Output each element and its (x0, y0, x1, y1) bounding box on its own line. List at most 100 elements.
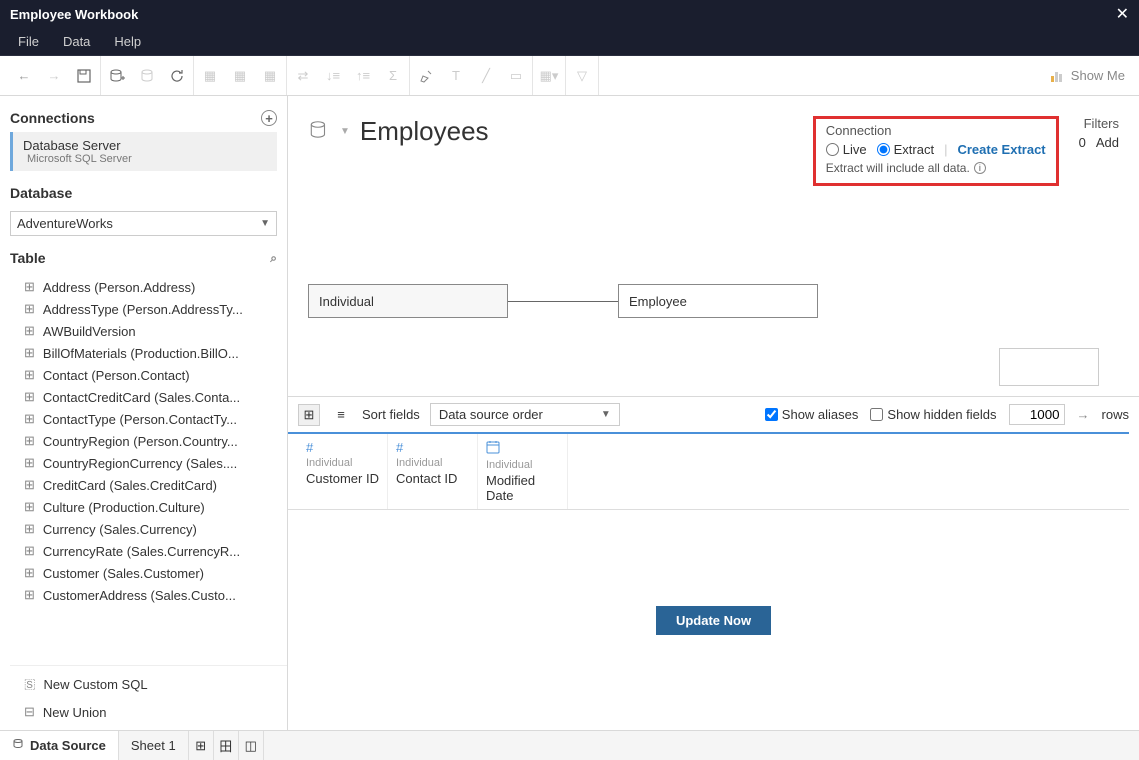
chevron-down-icon[interactable]: ▼ (340, 126, 350, 137)
join-line (508, 301, 618, 302)
join-table-left[interactable]: Individual (308, 284, 508, 318)
info-icon[interactable]: i (974, 162, 986, 174)
filters-panel: Filters 0 Add (1079, 116, 1119, 150)
table-icon: ⊞ (24, 345, 35, 361)
table-item[interactable]: ⊞Address (Person.Address) (20, 276, 287, 298)
table-item[interactable]: ⊞Culture (Production.Culture) (20, 496, 287, 518)
menubar: File Data Help (0, 28, 1139, 56)
menu-help[interactable]: Help (102, 34, 153, 49)
close-icon[interactable]: ✕ (1116, 4, 1129, 24)
datasource-icon (12, 738, 24, 753)
create-extract-link[interactable]: Create Extract (957, 142, 1045, 157)
connections-header: Connections + (10, 104, 277, 132)
duplicate-icon[interactable]: ▦ (230, 66, 250, 86)
fit-icon[interactable]: ▦▾ (539, 66, 559, 86)
database-header: Database (10, 179, 277, 207)
grid-view-icon[interactable]: ⊞ (298, 404, 320, 426)
tab-sheet1[interactable]: Sheet 1 (119, 731, 189, 760)
table-item[interactable]: ⊞CustomerAddress (Sales.Custo... (20, 584, 287, 606)
menu-data[interactable]: Data (51, 34, 102, 49)
rows-input[interactable] (1009, 404, 1065, 425)
update-now-button[interactable]: Update Now (656, 606, 771, 635)
grid-header: # Individual Customer ID # Individual Co… (288, 432, 1129, 510)
table-icon: ⊞ (24, 367, 35, 383)
save-icon[interactable] (74, 66, 94, 86)
table-item[interactable]: ⊞CountryRegion (Person.Country... (20, 430, 287, 452)
highlight-icon[interactable] (416, 66, 436, 86)
table-icon: ⊞ (24, 323, 35, 339)
new-dashboard-tab-icon[interactable]: 田 (214, 731, 239, 760)
table-icon: ⊞ (24, 433, 35, 449)
swap-icon[interactable]: ⇄ (293, 66, 313, 86)
extract-radio[interactable]: Extract (877, 142, 934, 157)
text-icon[interactable]: T (446, 66, 466, 86)
show-hidden-checkbox[interactable]: Show hidden fields (870, 407, 996, 422)
table-item[interactable]: ⊞CurrencyRate (Sales.CurrencyR... (20, 540, 287, 562)
tab-datasource[interactable]: Data Source (0, 731, 119, 760)
chevron-down-icon: ▼ (601, 409, 611, 420)
line-icon[interactable]: ╱ (476, 66, 496, 86)
new-worksheet-tab-icon[interactable]: ⊞ (189, 731, 214, 760)
table-item[interactable]: ⊞AddressType (Person.AddressTy... (20, 298, 287, 320)
sort-desc-icon[interactable]: ↑≡ (353, 66, 373, 86)
table-item[interactable]: ⊞CountryRegionCurrency (Sales.... (20, 452, 287, 474)
refresh-icon[interactable] (167, 66, 187, 86)
live-radio[interactable]: Live (826, 142, 867, 157)
table-item[interactable]: ⊞ContactType (Person.ContactTy... (20, 408, 287, 430)
sort-select[interactable]: Data source order ▼ (430, 403, 620, 426)
new-custom-sql[interactable]: 🇸New Custom SQL (20, 670, 277, 698)
showme-button[interactable]: Show Me (1049, 68, 1131, 84)
totals-icon[interactable]: Σ (383, 66, 403, 86)
arrow-right-icon[interactable]: → (1077, 407, 1090, 422)
sidebar: Connections + Database Server Microsoft … (0, 96, 288, 730)
window-title: Employee Workbook (10, 7, 138, 22)
menu-file[interactable]: File (6, 34, 51, 49)
filters-add-link[interactable]: Add (1096, 135, 1119, 150)
box-icon[interactable]: ▭ (506, 66, 526, 86)
table-icon: ⊞ (24, 521, 35, 537)
grid-toolbar: ⊞ ≡ Sort fields Data source order ▼ Show… (288, 396, 1139, 432)
add-connection-icon[interactable]: + (261, 110, 277, 126)
database-select[interactable]: AdventureWorks ▼ (10, 211, 277, 236)
table-icon: ⊞ (24, 499, 35, 515)
grid-column[interactable]: # Individual Customer ID (298, 434, 388, 509)
presentation-icon[interactable]: ▽ (572, 66, 592, 86)
table-item[interactable]: ⊞Contact (Person.Contact) (20, 364, 287, 386)
table-icon: ⊞ (24, 389, 35, 405)
table-icon: ⊞ (24, 477, 35, 493)
table-item[interactable]: ⊞Customer (Sales.Customer) (20, 562, 287, 584)
canvas: ▼ Employees Connection Live Extract | Cr… (288, 96, 1139, 730)
join-table-right[interactable]: Employee (618, 284, 818, 318)
table-icon: ⊞ (24, 543, 35, 559)
rows-label: rows (1102, 407, 1129, 422)
table-item[interactable]: ⊞AWBuildVersion (20, 320, 287, 342)
connection-item[interactable]: Database Server Microsoft SQL Server (10, 132, 277, 171)
new-datasource-icon[interactable] (107, 66, 127, 86)
table-item[interactable]: ⊞BillOfMaterials (Production.BillO... (20, 342, 287, 364)
grid-column[interactable]: Individual Modified Date (478, 434, 568, 509)
table-list: ⊞Address (Person.Address) ⊞AddressType (… (10, 276, 287, 665)
show-aliases-checkbox[interactable]: Show aliases (765, 407, 859, 422)
sort-asc-icon[interactable]: ↓≡ (323, 66, 343, 86)
forward-icon[interactable]: → (44, 66, 64, 86)
clear-icon[interactable]: ▦ (260, 66, 280, 86)
new-worksheet-icon[interactable]: ▦ (200, 66, 220, 86)
join-area[interactable]: Individual Employee (288, 186, 1139, 396)
date-icon (486, 440, 559, 457)
pause-icon[interactable] (137, 66, 157, 86)
table-item[interactable]: ⊞ContactCreditCard (Sales.Conta... (20, 386, 287, 408)
table-item[interactable]: ⊞CreditCard (Sales.CreditCard) (20, 474, 287, 496)
back-icon[interactable]: ← (14, 66, 34, 86)
list-view-icon[interactable]: ≡ (330, 404, 352, 426)
table-item[interactable]: ⊞Currency (Sales.Currency) (20, 518, 287, 540)
new-union[interactable]: ⊟New Union (20, 698, 277, 726)
grid-body: Update Now (288, 510, 1139, 730)
connection-panel: Connection Live Extract | Create Extract… (813, 116, 1059, 186)
toolbar: ← → ▦ ▦ ▦ ⇄ ↓≡ ↑≡ Σ T ╱ ▭ ▦▾ ▽ Show Me (0, 56, 1139, 96)
filters-count: 0 (1079, 135, 1086, 150)
bottom-tabs: Data Source Sheet 1 ⊞ 田 ◫ (0, 730, 1139, 760)
search-icon[interactable]: ⌕ (270, 251, 277, 266)
new-story-tab-icon[interactable]: ◫ (239, 731, 264, 760)
table-icon: ⊞ (24, 411, 35, 427)
grid-column[interactable]: # Individual Contact ID (388, 434, 478, 509)
